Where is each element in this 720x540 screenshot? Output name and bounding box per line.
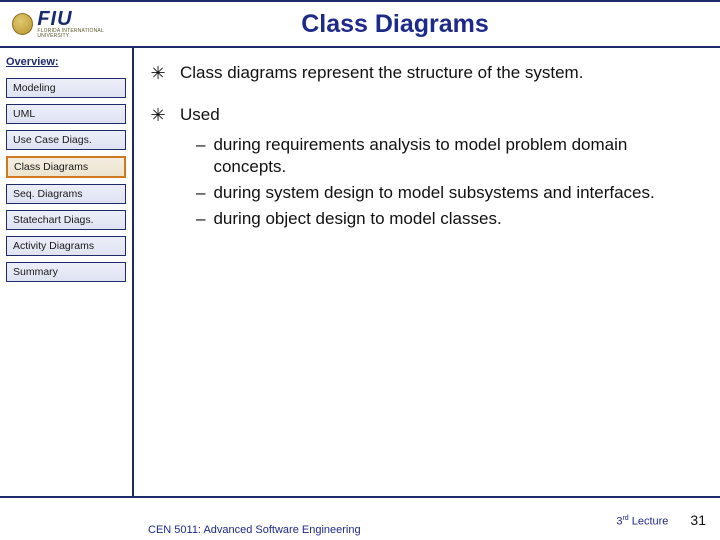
sidebar-item-use-case-diags-[interactable]: Use Case Diags. bbox=[6, 130, 126, 150]
dash-icon: – bbox=[196, 208, 205, 230]
bullet-text: Used bbox=[180, 104, 696, 126]
footer-course: CEN 5011: Advanced Software Engineering bbox=[148, 524, 361, 536]
seal-icon bbox=[12, 13, 33, 35]
sidebar-item-statechart-diags-[interactable]: Statechart Diags. bbox=[6, 210, 126, 230]
sidebar-item-seq-diagrams[interactable]: Seq. Diagrams bbox=[6, 184, 126, 204]
snowflake-icon: ✳ bbox=[150, 104, 166, 126]
snowflake-icon: ✳ bbox=[150, 62, 166, 84]
dash-icon: – bbox=[196, 134, 205, 178]
sidebar-item-uml[interactable]: UML bbox=[6, 104, 126, 124]
sub-bullet-text: during system design to model subsystems… bbox=[213, 182, 654, 204]
bullet-item: ✳ Class diagrams represent the structure… bbox=[150, 62, 696, 84]
sidebar-item-class-diagrams[interactable]: Class Diagrams bbox=[6, 156, 126, 178]
footer: CEN 5011: Advanced Software Engineering … bbox=[0, 500, 720, 540]
sub-list: –during requirements analysis to model p… bbox=[196, 134, 696, 230]
bullet-item: ✳ Used bbox=[150, 104, 696, 126]
body-area: Overview: Modeling UML Use Case Diags. Clas… bbox=[0, 48, 720, 498]
sub-bullet-text: during requirements analysis to model pr… bbox=[213, 134, 696, 178]
sub-bullet: –during object design to model classes. bbox=[196, 208, 696, 230]
page-number: 31 bbox=[690, 512, 706, 528]
overview-label: Overview: bbox=[6, 56, 126, 68]
footer-lecture: 3rd Lecture bbox=[616, 515, 668, 528]
sub-bullet: –during requirements analysis to model p… bbox=[196, 134, 696, 178]
sidebar-item-summary[interactable]: Summary bbox=[6, 262, 126, 282]
sidebar: Overview: Modeling UML Use Case Diags. Clas… bbox=[0, 48, 134, 496]
bullet-text: Class diagrams represent the structure o… bbox=[180, 62, 696, 84]
page-title: Class Diagrams bbox=[78, 10, 712, 39]
sidebar-item-activity-diagrams[interactable]: Activity Diagrams bbox=[6, 236, 126, 256]
content-area: ✳ Class diagrams represent the structure… bbox=[134, 48, 720, 496]
header-bar: FIU FLORIDA INTERNATIONAL UNIVERSITY Cla… bbox=[0, 0, 720, 48]
sidebar-item-modeling[interactable]: Modeling bbox=[6, 78, 126, 98]
sub-bullet: –during system design to model subsystem… bbox=[196, 182, 696, 204]
dash-icon: – bbox=[196, 182, 205, 204]
sub-bullet-text: during object design to model classes. bbox=[213, 208, 501, 230]
